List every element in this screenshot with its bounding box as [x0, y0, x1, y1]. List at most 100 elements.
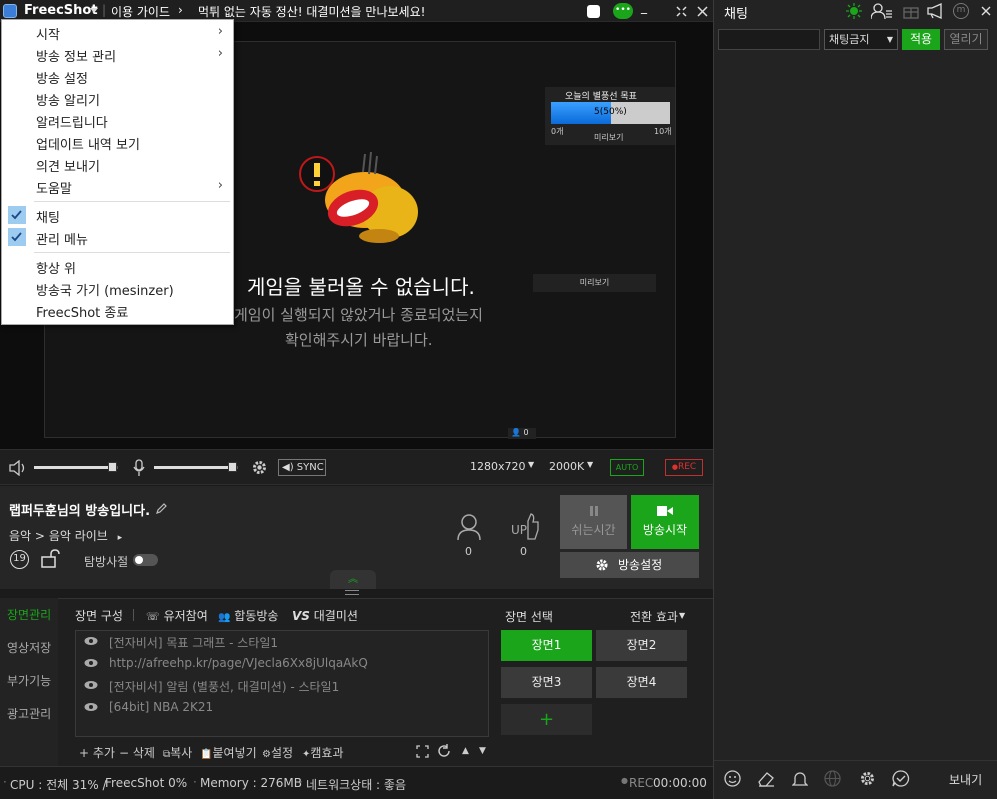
close-icon[interactable]	[697, 6, 708, 17]
guide-link[interactable]: 이용 가이드	[111, 3, 170, 20]
goal-widget[interactable]: 오늘의 별풍선 목표 5(50%) 0개 10개 미리보기	[545, 87, 675, 145]
app-menu-chevron-icon[interactable]	[90, 8, 98, 13]
refresh-icon[interactable]	[437, 744, 451, 758]
age-limit-badge[interactable]: 19	[10, 550, 29, 569]
resize-grip[interactable]	[345, 590, 359, 595]
fit-screen-icon[interactable]	[416, 745, 429, 758]
source-visible-eye-icon[interactable]	[84, 680, 98, 690]
source-item[interactable]: [전자비서] 목표 그래프 - 스타일1	[109, 634, 278, 651]
source-visible-eye-icon[interactable]	[84, 636, 98, 646]
menu-item-update-history[interactable]: 업데이트 내역 보기	[2, 131, 233, 153]
app-name[interactable]: FreecShot	[24, 3, 98, 18]
delete-source-button[interactable]: − 삭제	[119, 744, 155, 761]
user-list-icon[interactable]	[871, 3, 893, 19]
mic-icon[interactable]	[133, 459, 145, 477]
rest-time-button[interactable]: 쉬는시간	[560, 495, 627, 549]
chat-close-icon[interactable]	[981, 6, 991, 16]
sticker-icon[interactable]	[587, 5, 600, 18]
menu-item-help[interactable]: 도움말 ›	[2, 175, 233, 197]
alert-preview-box[interactable]: 미리보기	[533, 274, 656, 292]
scene-button-4[interactable]: 장면4	[596, 667, 687, 698]
subcategory-arrow-icon[interactable]: ▸	[118, 533, 123, 543]
side-tab-addons[interactable]: 부가기능	[7, 672, 51, 689]
chat-apply-button[interactable]: 적용	[902, 29, 940, 50]
chat-open-button[interactable]: 열리기	[944, 29, 988, 50]
chat-message-area[interactable]	[714, 56, 997, 760]
subcategory-label[interactable]: 음악 라이브	[49, 529, 108, 543]
source-settings-button[interactable]: ⚙설정	[262, 744, 293, 761]
scene-button-3[interactable]: 장면3	[501, 667, 592, 698]
move-up-button[interactable]: ▲	[462, 746, 469, 756]
emoji-icon[interactable]	[724, 770, 741, 787]
source-visible-eye-icon[interactable]	[84, 702, 98, 712]
eraser-icon[interactable]	[757, 770, 775, 787]
transition-dropdown-icon[interactable]: ▼	[679, 611, 685, 620]
tab-user-participation[interactable]: ☏ 유저참여	[146, 607, 208, 624]
menu-item-chat[interactable]: 채팅	[2, 204, 233, 226]
bitrate-dropdown-icon[interactable]: ▼	[587, 460, 593, 469]
menu-item-broadcast-info[interactable]: 방송 정보 관리 ›	[2, 43, 233, 65]
menu-item-feedback[interactable]: 의견 보내기	[2, 153, 233, 175]
source-item[interactable]: [전자비서] 알림 (별풍선, 대결미션) - 스타일1	[109, 678, 339, 695]
chat-send-button[interactable]: 보내기	[949, 771, 982, 788]
tab-battle-mission[interactable]: VS 대결미션	[292, 607, 358, 624]
cam-effect-button[interactable]: ✦캠효과	[302, 744, 344, 761]
megaphone-icon[interactable]	[927, 3, 945, 19]
mic-volume-knob[interactable]	[227, 462, 237, 472]
notice-text[interactable]: 먹튀 없는 자동 정산! 대결미션을 만나보세요!	[198, 3, 425, 20]
source-item[interactable]: [64bit] NBA 2K21	[109, 700, 213, 714]
app-logo-icon[interactable]	[3, 4, 17, 18]
resolution-dropdown-icon[interactable]: ▼	[528, 460, 534, 469]
sync-button[interactable]: ◀) SYNC	[278, 459, 326, 476]
menu-item-admin-menu[interactable]: 관리 메뉴	[2, 226, 233, 248]
broadcast-title[interactable]: 랩퍼두훈님의 방송입니다.	[9, 500, 150, 519]
scene-button-1[interactable]: 장면1	[501, 630, 592, 661]
edit-title-pencil-icon[interactable]	[155, 503, 167, 515]
add-source-button[interactable]: + 추가	[79, 744, 115, 761]
menu-item-exit[interactable]: FreecShot 종료	[2, 299, 233, 321]
check-bubble-icon[interactable]	[892, 770, 910, 787]
transition-effect-select[interactable]: 전환 효과	[630, 608, 678, 625]
bell-icon[interactable]	[792, 770, 808, 787]
mic-volume-slider[interactable]	[154, 462, 238, 472]
speaker-volume-knob[interactable]	[107, 462, 117, 472]
scene-button-2[interactable]: 장면2	[596, 630, 687, 661]
maximize-icon[interactable]	[676, 6, 687, 17]
gift-icon[interactable]	[903, 3, 919, 19]
side-tab-ads[interactable]: 광고관리	[7, 705, 51, 722]
broadcast-settings-button[interactable]: 방송설정	[560, 552, 699, 578]
copy-source-button[interactable]: ⧉복사	[163, 744, 192, 761]
sneak-toggle[interactable]	[133, 554, 158, 566]
sun-icon[interactable]	[846, 3, 862, 19]
move-down-button[interactable]: ▼	[479, 746, 486, 756]
menu-item-broadcast-settings[interactable]: 방송 설정	[2, 65, 233, 87]
menu-item-always-on-top[interactable]: 항상 위	[2, 255, 233, 277]
source-item[interactable]: http://afreehp.kr/page/VJecla6Xx8jUlqaAk…	[109, 656, 368, 670]
category-breadcrumb[interactable]: 음악 > 음악 라이브 ▸	[9, 527, 122, 544]
rec-button[interactable]: ●REC	[665, 459, 703, 476]
speaker-volume-slider[interactable]	[34, 462, 118, 472]
add-scene-button[interactable]: +	[501, 704, 592, 735]
audio-settings-gear-icon[interactable]	[251, 459, 268, 476]
tab-joint-broadcast[interactable]: 👥 합동방송	[218, 607, 278, 624]
menu-item-announce[interactable]: 방송 알리기	[2, 87, 233, 109]
side-tab-scene[interactable]: 장면관리	[7, 606, 51, 623]
paste-source-button[interactable]: 📋붙여넣기	[200, 744, 257, 761]
auto-button[interactable]: AUTO	[610, 459, 644, 476]
category-label[interactable]: 음악	[9, 529, 31, 543]
menu-item-notices[interactable]: 알려드립니다	[2, 109, 233, 131]
minimize-icon[interactable]: _	[641, 0, 647, 14]
chat-settings-gear-icon[interactable]	[859, 770, 876, 787]
collapse-handle[interactable]: ︽	[330, 570, 376, 589]
speaker-icon[interactable]	[9, 460, 27, 476]
globe-icon[interactable]	[824, 770, 841, 787]
source-visible-eye-icon[interactable]	[84, 658, 98, 668]
chat-ban-select[interactable]: 채팅금지 ▼	[824, 29, 898, 50]
m-badge-icon[interactable]: m	[953, 3, 969, 19]
menu-item-start[interactable]: 시작 ›	[2, 21, 233, 43]
menu-item-go-station[interactable]: 방송국 가기 (mesinzer)	[2, 277, 233, 299]
side-tab-recording[interactable]: 영상저장	[7, 639, 51, 656]
bitrate-select[interactable]: 2000K	[549, 460, 584, 473]
unlock-icon[interactable]	[40, 549, 60, 569]
start-broadcast-button[interactable]: 방송시작	[631, 495, 699, 549]
